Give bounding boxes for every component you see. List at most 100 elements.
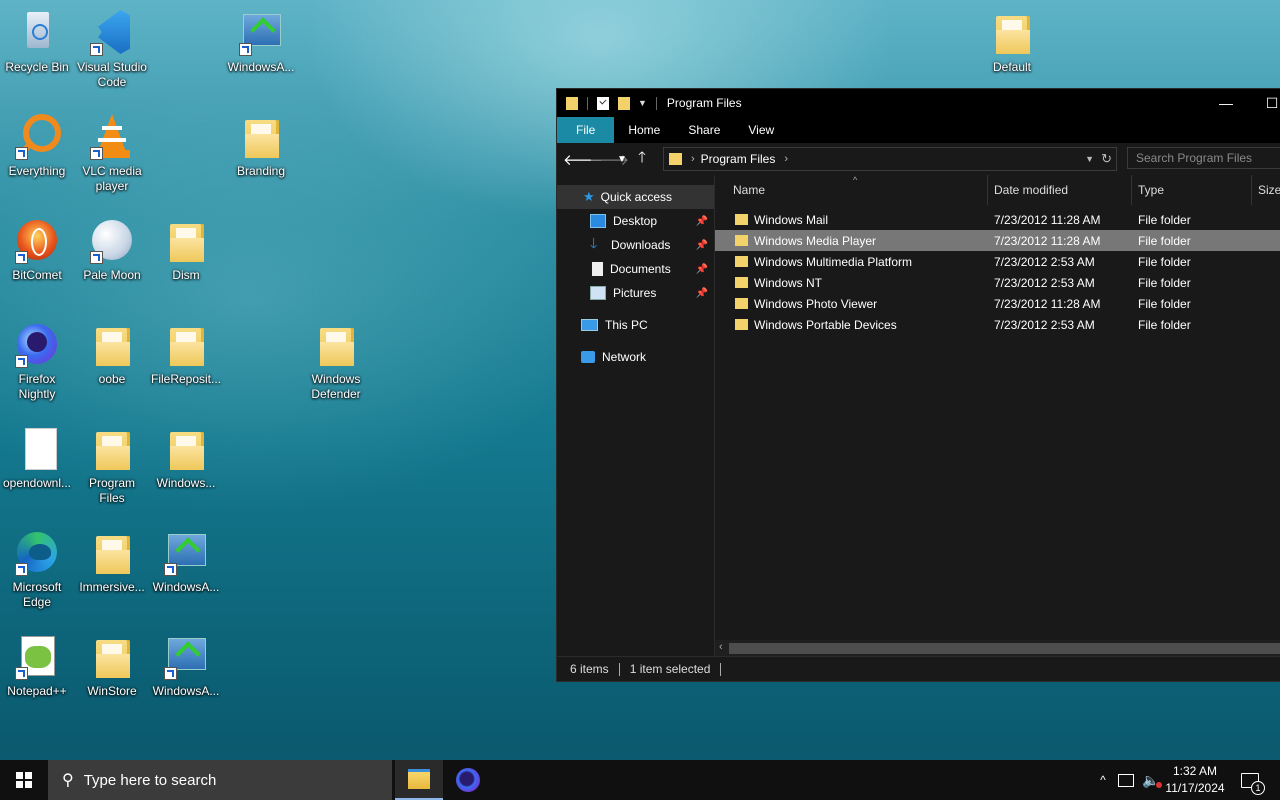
taskbar-search-placeholder: Type here to search — [83, 771, 217, 789]
customize-quick-access-chevron-icon[interactable]: ▼ — [638, 98, 647, 108]
file-row[interactable]: Windows Mail 7/23/2012 11:28 AM File fol… — [715, 209, 1280, 230]
desktop-icon-windowsa-1[interactable]: WindowsA... — [225, 8, 297, 75]
nav-quick-access[interactable]: ★ Quick access — [557, 185, 714, 209]
desktop-icon-windows-folder[interactable]: Windows... — [150, 424, 222, 491]
ribbon-tabs: File Home Share View — [557, 117, 1280, 143]
folder-icon — [88, 424, 136, 472]
file-row[interactable]: Windows Portable Devices 7/23/2012 2:53 … — [715, 314, 1280, 335]
desktop-icon-default[interactable]: Default — [976, 8, 1048, 75]
vscode-icon — [88, 8, 136, 56]
desktop-icon-everything[interactable]: Everything — [1, 112, 73, 179]
divider[interactable] — [1131, 175, 1132, 205]
desktop-icon-dism[interactable]: Dism — [150, 216, 222, 283]
file-row[interactable]: Windows NT 7/23/2012 2:53 AM File folder — [715, 272, 1280, 293]
desktop-icon-filerepository[interactable]: FileReposit... — [150, 320, 222, 387]
breadcrumb-program-files[interactable]: Program Files — [701, 152, 776, 166]
taskbar-file-explorer[interactable] — [395, 760, 443, 800]
desktop-icon-recycle-bin[interactable]: Recycle Bin — [1, 8, 73, 75]
divider[interactable] — [987, 175, 988, 205]
nav-desktop[interactable]: Desktop 📌 — [557, 209, 714, 233]
folder-icon — [162, 320, 210, 368]
file-type: File folder — [1138, 213, 1191, 227]
search-input[interactable]: Search Program Files — [1127, 147, 1280, 169]
file-row[interactable]: Windows Multimedia Platform 7/23/2012 2:… — [715, 251, 1280, 272]
clock[interactable]: 1:32 AM 11/17/2024 — [1160, 763, 1230, 797]
taskbar-firefox[interactable] — [444, 760, 492, 800]
file-row-selected[interactable]: Windows Media Player 7/23/2012 11:28 AM … — [715, 230, 1280, 251]
properties-icon[interactable] — [597, 96, 609, 110]
up-arrow-icon[interactable]: 🡑 — [629, 147, 655, 172]
title-bar[interactable]: ▼ Program Files — ☐ — [557, 89, 1280, 117]
desktop-icon-windowsa-3[interactable]: WindowsA... — [150, 632, 222, 699]
desktop-icon-winstore[interactable]: WinStore — [76, 632, 148, 699]
file-row[interactable]: Windows Photo Viewer 7/23/2012 11:28 AM … — [715, 293, 1280, 314]
desktop-icon-oobe[interactable]: oobe — [76, 320, 148, 387]
nav-this-pc[interactable]: This PC — [557, 313, 714, 337]
nav-downloads[interactable]: 🡓 Downloads 📌 — [557, 233, 714, 257]
desktop-icon-windows-defender[interactable]: Windows Defender — [300, 320, 372, 402]
start-button[interactable] — [0, 760, 48, 800]
tab-share[interactable]: Share — [674, 117, 734, 143]
tab-file[interactable]: File — [557, 117, 615, 143]
tab-home[interactable]: Home — [614, 117, 674, 143]
recent-locations-chevron-icon[interactable]: ▼ — [615, 154, 629, 165]
desktop-icon-immersive[interactable]: Immersive... — [76, 528, 148, 595]
forward-arrow-icon[interactable]: 🡒 — [589, 150, 629, 169]
desktop-icon-branding[interactable]: Branding — [225, 112, 297, 179]
file-icon — [13, 424, 61, 472]
network-icon[interactable] — [1118, 773, 1134, 787]
column-headers: ^ Name Date modified Type Size — [715, 175, 1280, 205]
address-bar[interactable]: › Program Files › ▼ ↻ — [663, 147, 1117, 171]
address-dropdown-icon[interactable]: ▼ — [1085, 154, 1094, 164]
windows-logo-icon — [16, 772, 32, 788]
folder-icon — [162, 424, 210, 472]
desktop-icon-vscode[interactable]: Visual Studio Code — [76, 8, 148, 90]
divider[interactable] — [1251, 175, 1252, 205]
star-icon: ★ — [583, 189, 595, 204]
maximize-button[interactable]: ☐ — [1249, 89, 1280, 117]
desktop-icon-edge[interactable]: Microsoft Edge — [1, 528, 73, 610]
horizontal-scrollbar[interactable]: ‹ — [715, 640, 1280, 657]
sort-ascending-icon: ^ — [853, 175, 858, 185]
navigation-pane: ★ Quick access Desktop 📌 🡓 Downloads 📌 D… — [557, 175, 715, 657]
column-date-modified[interactable]: Date modified — [994, 183, 1068, 197]
file-type: File folder — [1138, 318, 1191, 332]
new-folder-icon[interactable] — [618, 96, 630, 110]
back-arrow-icon[interactable]: 🡐 — [563, 150, 603, 169]
show-hidden-icons-chevron-icon[interactable]: ^ — [1094, 773, 1112, 787]
desktop-icon — [590, 214, 606, 228]
tab-view[interactable]: View — [734, 117, 788, 143]
desktop-icon-firefox-nightly[interactable]: Firefox Nightly — [1, 320, 73, 402]
file-date: 7/23/2012 2:53 AM — [994, 276, 1095, 290]
desktop-icon-opendownload[interactable]: opendownl... — [1, 424, 73, 491]
nav-pictures[interactable]: Pictures 📌 — [557, 281, 714, 305]
file-explorer-window[interactable]: ▼ Program Files — ☐ File Home Share View… — [556, 88, 1280, 682]
vlc-icon — [88, 112, 136, 160]
column-name[interactable]: Name — [733, 183, 765, 197]
taskbar-search-box[interactable]: ⚲ Type here to search — [48, 760, 392, 800]
nav-label: Downloads — [611, 238, 671, 252]
pale-moon-icon — [88, 216, 136, 264]
folder-icon — [735, 256, 748, 267]
scroll-left-icon[interactable]: ‹ — [719, 641, 723, 653]
desktop-icon-pale-moon[interactable]: Pale Moon — [76, 216, 148, 283]
breadcrumb-chevron-icon[interactable]: › — [784, 153, 788, 165]
column-size[interactable]: Size — [1258, 183, 1280, 197]
taskbar: ⚲ Type here to search ^ 🔈 1:32 AM 11/17/… — [0, 760, 1280, 800]
volume-muted-icon[interactable]: 🔈 — [1142, 772, 1163, 789]
column-type[interactable]: Type — [1138, 183, 1164, 197]
clock-time: 1:32 AM — [1172, 764, 1218, 778]
desktop-icon-notepadpp[interactable]: Notepad++ — [1, 632, 73, 699]
desktop-icon-program-files[interactable]: Program Files — [76, 424, 148, 506]
desktop-icon-bitcomet[interactable]: BitComet — [1, 216, 73, 283]
folder-icon — [735, 298, 748, 309]
refresh-icon[interactable]: ↻ — [1101, 151, 1112, 167]
desktop-icon-vlc[interactable]: VLC media player — [76, 112, 148, 194]
nav-network[interactable]: Network — [557, 345, 714, 369]
scrollbar-thumb[interactable] — [729, 643, 1280, 654]
action-center-button[interactable]: 1 — [1234, 760, 1266, 800]
documents-icon — [592, 262, 603, 276]
desktop-icon-windowsa-2[interactable]: WindowsA... — [150, 528, 222, 595]
nav-documents[interactable]: Documents 📌 — [557, 257, 714, 281]
minimize-button[interactable]: — — [1203, 89, 1249, 117]
